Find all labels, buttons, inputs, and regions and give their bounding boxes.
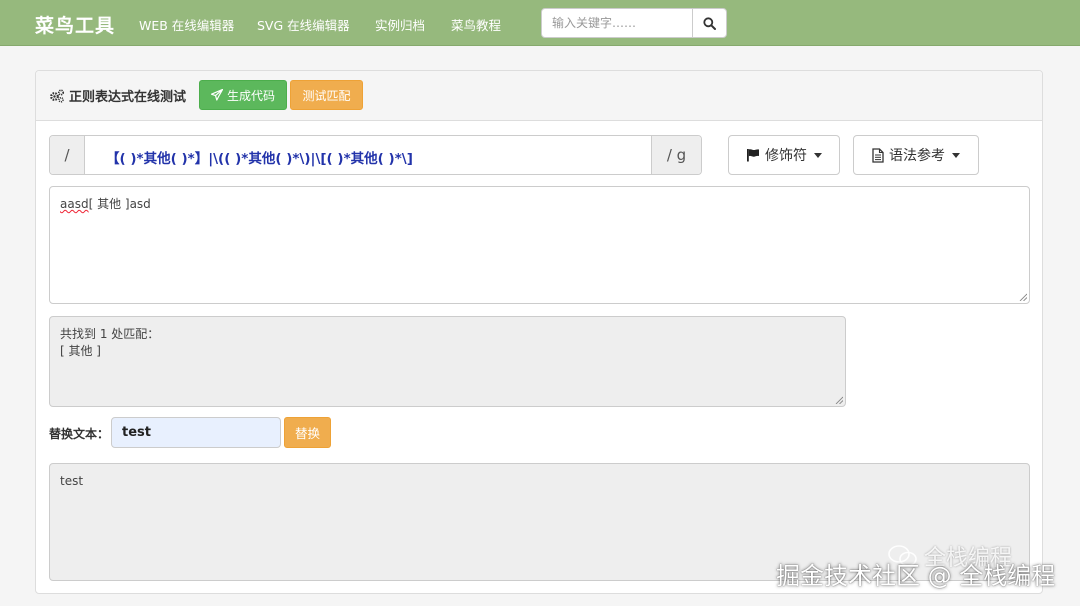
- search-button[interactable]: [692, 9, 726, 37]
- resize-grip-icon[interactable]: [835, 396, 843, 404]
- panel-title: 正则表达式在线测试: [49, 86, 186, 105]
- search-input[interactable]: [542, 9, 692, 37]
- chevron-down-icon: [952, 152, 960, 158]
- top-navbar: 菜鸟工具 WEB 在线编辑器 SVG 在线编辑器 实例归档 菜鸟教程: [0, 0, 1080, 46]
- test-text-rest: [ 其他 ]asd: [88, 197, 151, 211]
- match-item-text: [ 其他 ]: [60, 344, 101, 358]
- gears-icon: [50, 88, 65, 103]
- nav-link-web-editor[interactable]: WEB 在线编辑器: [139, 15, 234, 34]
- match-count-text: 共找到 1 处匹配：: [60, 327, 160, 341]
- regex-tester-panel: 正则表达式在线测试 生成代码 测试匹配 / 【( )*其他( )*】|\(( )…: [35, 70, 1043, 594]
- nav-link-svg-editor[interactable]: SVG 在线编辑器: [257, 15, 350, 34]
- syntax-ref-label: 语法参考: [889, 148, 945, 164]
- test-match-label: 测试匹配: [302, 88, 351, 103]
- panel-heading: 正则表达式在线测试 生成代码 测试匹配: [36, 71, 1042, 121]
- generate-code-label: 生成代码: [226, 88, 275, 103]
- chevron-down-icon: [814, 152, 822, 158]
- replace-button-label: 替换: [294, 426, 320, 441]
- nav-link-examples[interactable]: 实例归档: [375, 15, 425, 34]
- juejin-watermark: 掘金技术社区 @ 全栈编程: [776, 562, 1056, 590]
- match-result-area[interactable]: 共找到 1 处匹配： [ 其他 ]: [49, 316, 846, 407]
- search-icon: [703, 16, 716, 30]
- panel-title-text: 正则表达式在线测试: [69, 90, 187, 105]
- replace-text-input[interactable]: test: [111, 417, 281, 448]
- document-icon: [872, 147, 884, 163]
- regex-open-delimiter: /: [50, 136, 85, 174]
- generate-code-button[interactable]: 生成代码: [199, 80, 287, 110]
- nav-link-tutorial[interactable]: 菜鸟教程: [451, 15, 501, 34]
- modifier-dropdown[interactable]: 修饰符: [728, 135, 840, 175]
- regex-input-group: / 【( )*其他( )*】|\(( )*其他( )*\)|\[( )*其他( …: [49, 135, 702, 175]
- flag-icon: [747, 149, 759, 162]
- search-box: [541, 8, 727, 38]
- regex-flags: / g: [651, 136, 701, 174]
- replace-button[interactable]: 替换: [284, 417, 331, 448]
- syntax-reference-dropdown[interactable]: 语法参考: [853, 135, 979, 175]
- test-match-button[interactable]: 测试匹配: [290, 80, 363, 110]
- modifier-label: 修饰符: [765, 148, 807, 164]
- replace-label: 替换文本：: [49, 427, 110, 441]
- test-text-area[interactable]: aasd[ 其他 ]asd: [49, 186, 1030, 304]
- misspelled-word: aasd: [60, 197, 89, 211]
- replace-output-text: test: [60, 474, 84, 488]
- regex-pattern-input[interactable]: 【( )*其他( )*】|\(( )*其他( )*\)|\[( )*其他( )*…: [106, 147, 413, 167]
- resize-grip-icon[interactable]: [1019, 293, 1027, 301]
- send-icon: [210, 89, 223, 101]
- brand-logo[interactable]: 菜鸟工具: [35, 11, 115, 38]
